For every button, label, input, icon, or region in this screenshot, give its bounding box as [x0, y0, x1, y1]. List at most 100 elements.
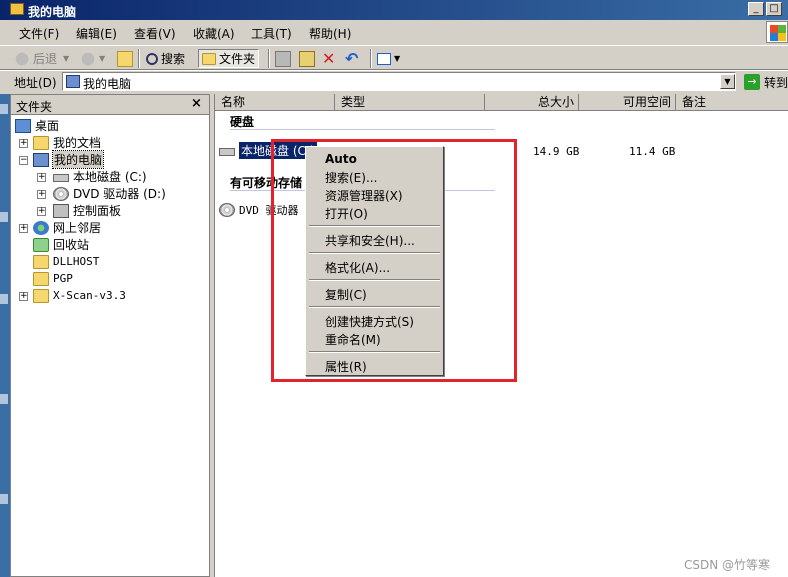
tree-item-label: PGP — [53, 272, 73, 285]
toolbar: 后退 ▼ ▼ 搜索 文件夹 ✕ ↶ ▼ — [0, 45, 788, 70]
menu-help[interactable]: 帮助(H) — [309, 25, 351, 42]
move-to-icon — [275, 50, 291, 67]
desktop-background-strip — [0, 94, 10, 577]
minimize-button[interactable]: _ — [748, 2, 764, 16]
tree-item-dvd-drive-d[interactable]: DVD 驱动器 (D:) — [53, 185, 166, 202]
search-button[interactable]: 搜索 — [146, 49, 185, 68]
toolbar-separator — [370, 49, 372, 68]
dvd-drive-name: DVD 驱动器 — [239, 204, 299, 217]
menu-file[interactable]: 文件(F) — [19, 25, 59, 42]
copy-to-icon — [299, 50, 315, 67]
tree-item-label: DLLHOST — [53, 255, 100, 268]
back-button[interactable]: 后退 ▼ — [14, 49, 69, 68]
folder-icon — [202, 52, 216, 65]
title-bar: 我的电脑 _ □ — [0, 0, 788, 20]
go-arrow-icon: → — [744, 74, 760, 90]
tree-item-desktop[interactable]: 桌面 — [15, 117, 59, 134]
tree-item-my-computer[interactable]: 我的电脑 — [33, 150, 105, 169]
tree-expander[interactable]: + — [19, 224, 28, 233]
watermark: CSDN @竹等寒 — [684, 558, 771, 572]
tree-expander[interactable]: + — [37, 173, 46, 182]
context-menu-separator — [309, 252, 440, 254]
forward-button[interactable]: ▼ — [80, 49, 105, 68]
folder-icon — [33, 254, 49, 269]
tree-expander[interactable]: − — [19, 156, 28, 165]
maximize-button[interactable]: □ — [766, 2, 782, 16]
move-to-button[interactable] — [275, 49, 294, 68]
context-menu: Auto 搜索(E)... 资源管理器(X) 打开(O) 共享和安全(H)...… — [305, 146, 444, 376]
tree-item-my-documents[interactable]: 我的文档 — [33, 134, 101, 151]
menu-tools[interactable]: 工具(T) — [251, 25, 292, 42]
folder-icon — [33, 135, 49, 150]
go-button[interactable]: → 转到 — [744, 73, 788, 91]
address-input[interactable]: 我的电脑 — [62, 72, 736, 91]
tree-item-pgp[interactable]: PGP — [33, 270, 73, 287]
context-menu-item-open[interactable]: 打开(O) — [325, 205, 368, 222]
folder-pane-close-button[interactable]: × — [191, 96, 202, 111]
column-free-space[interactable]: 可用空间 — [579, 94, 676, 111]
tree-item-label: X-Scan-v3.3 — [53, 289, 126, 302]
column-total-size[interactable]: 总大小 — [485, 94, 579, 111]
toolbar-separator — [138, 49, 140, 68]
tree-item-dllhost[interactable]: DLLHOST — [33, 253, 99, 270]
context-menu-item-rename[interactable]: 重命名(M) — [325, 331, 381, 348]
context-menu-separator — [309, 279, 440, 281]
drive-c-free-space: 11.4 GB — [629, 145, 676, 158]
delete-button[interactable]: ✕ — [322, 49, 335, 68]
tree-item-label: DVD 驱动器 (D:) — [73, 187, 166, 201]
menu-view[interactable]: 查看(V) — [134, 25, 176, 42]
dvd-icon — [53, 186, 69, 201]
tree-item-label: 网上邻居 — [53, 221, 102, 235]
address-dropdown-button[interactable]: ▼ — [720, 74, 735, 89]
undo-icon: ↶ — [345, 49, 359, 68]
context-menu-separator — [309, 306, 440, 308]
tree-item-network-places[interactable]: 网上邻居 — [33, 219, 101, 236]
column-type[interactable]: 类型 — [335, 94, 485, 111]
copy-to-button[interactable] — [299, 49, 318, 68]
menu-favorites[interactable]: 收藏(A) — [193, 25, 235, 42]
folder-icon — [33, 288, 49, 303]
tree-item-recycle-bin[interactable]: 回收站 — [33, 236, 89, 253]
forward-arrow-icon — [80, 50, 96, 67]
tree-expander[interactable]: + — [19, 139, 28, 148]
tree-expander[interactable]: + — [37, 207, 46, 216]
chevron-down-icon: ▼ — [99, 54, 106, 63]
context-menu-item-properties[interactable]: 属性(R) — [325, 358, 367, 375]
tree-expander[interactable]: + — [37, 190, 46, 199]
tree-item-control-panel[interactable]: 控制面板 — [53, 202, 121, 219]
context-menu-separator — [309, 351, 440, 353]
chevron-down-icon: ▼ — [63, 54, 70, 63]
tree-item-local-disk-c[interactable]: 本地磁盘 (C:) — [53, 168, 147, 185]
folder-pane-title: 文件夹 — [16, 100, 53, 114]
list-item-dvd-drive[interactable]: DVD 驱动器 — [219, 202, 299, 218]
context-menu-item-sharing[interactable]: 共享和安全(H)... — [325, 232, 415, 249]
drive-c-total-size: 14.9 GB — [533, 145, 580, 158]
menu-edit[interactable]: 编辑(E) — [76, 25, 117, 42]
context-menu-item-format[interactable]: 格式化(A)... — [325, 259, 390, 276]
column-comment[interactable]: 备注 — [676, 94, 788, 111]
back-label: 后退 — [33, 52, 58, 66]
context-menu-item-copy[interactable]: 复制(C) — [325, 286, 367, 303]
views-button[interactable]: ▼ — [377, 49, 400, 68]
context-menu-item-create-shortcut[interactable]: 创建快捷方式(S) — [325, 313, 414, 330]
tree-item-x-scan[interactable]: X-Scan-v3.3 — [33, 287, 126, 304]
address-value: 我的电脑 — [83, 77, 132, 91]
up-folder-button[interactable] — [117, 49, 136, 68]
tree-item-label: 我的文档 — [53, 136, 102, 150]
context-menu-item-search[interactable]: 搜索(E)... — [325, 169, 377, 186]
folders-button[interactable]: 文件夹 — [198, 49, 260, 68]
search-icon — [146, 52, 158, 65]
desktop-icon — [15, 118, 31, 133]
context-menu-separator — [309, 225, 440, 227]
tree-expander[interactable]: + — [19, 292, 28, 301]
computer-icon — [66, 75, 80, 88]
column-name[interactable]: 名称 — [215, 94, 335, 111]
folder-pane-header: 文件夹 × — [11, 95, 209, 115]
undo-button[interactable]: ↶ — [345, 49, 358, 68]
chevron-down-icon: ▼ — [394, 54, 401, 63]
context-menu-item-auto[interactable]: Auto — [325, 152, 357, 166]
computer-icon — [10, 3, 24, 15]
context-menu-item-explorer[interactable]: 资源管理器(X) — [325, 187, 403, 204]
list-item-drive-c[interactable]: 本地磁盘 (C:) — [219, 142, 317, 159]
network-icon — [33, 220, 49, 235]
